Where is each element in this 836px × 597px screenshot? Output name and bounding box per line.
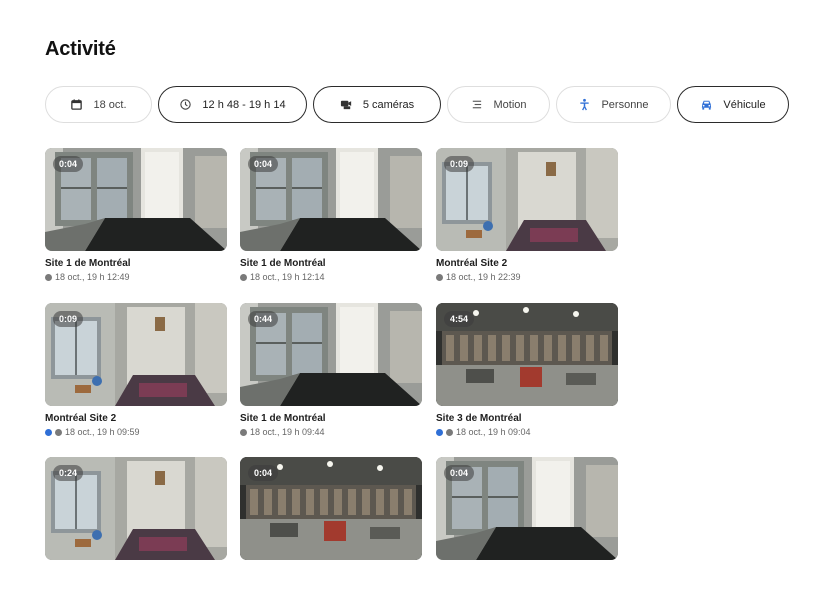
- clip-duration-badge: 4:54: [444, 311, 475, 327]
- event-type-dot-gray: [240, 273, 247, 281]
- clip-thumbnail[interactable]: 0:04: [240, 457, 422, 560]
- clip-card[interactable]: 0:24: [45, 457, 227, 597]
- clip-card[interactable]: 0:04 Site 1 de Montréal 18 oct., 19 h 12:4…: [45, 148, 227, 288]
- clip-meta: 18 oct., 19 h 09:04: [436, 427, 531, 437]
- clip-duration-badge: 0:09: [53, 311, 84, 327]
- clip-thumbnail[interactable]: 0:04: [436, 457, 618, 560]
- event-type-dot-gray: [55, 428, 62, 436]
- page-title: Activité: [45, 38, 116, 60]
- clip-timestamp: 18 oct., 19 h 09:44: [250, 427, 325, 437]
- motion-filter-chip[interactable]: Motion: [447, 86, 550, 123]
- clip-camera-name: Site 1 de Montréal: [45, 258, 131, 269]
- clip-card[interactable]: 0:09 Montréal Site 2 18 oct., 19 h 22:39: [436, 148, 618, 288]
- event-type-dot-gray: [240, 428, 247, 436]
- clip-card[interactable]: 4:54 Site 3 de Montréal 18 oct., 19 h 09:0…: [436, 303, 618, 443]
- vehicle-filter-label: Véhicule: [723, 98, 766, 111]
- clip-duration-badge: 0:24: [53, 465, 84, 481]
- clip-camera-name: Site 1 de Montréal: [240, 258, 326, 269]
- clip-camera-name: Site 3 de Montréal: [436, 413, 522, 424]
- clip-thumbnail[interactable]: 0:44: [240, 303, 422, 406]
- clip-duration-badge: 0:09: [444, 156, 475, 172]
- clip-card[interactable]: 0:04 Site 1 de Montréal 18 oct., 19 h 12:1…: [240, 148, 422, 288]
- clip-card[interactable]: 0:44 Site 1 de Montréal 18 oct., 19 h 09:4…: [240, 303, 422, 443]
- clip-duration-badge: 0:44: [248, 311, 279, 327]
- clip-grid: 0:04 Site 1 de Montréal 18 oct., 19 h 12:4…: [45, 148, 625, 560]
- vehicle-icon: [700, 98, 713, 111]
- clip-meta: 18 oct., 19 h 09:59: [45, 427, 140, 437]
- clip-camera-name: Site 1 de Montréal: [240, 413, 326, 424]
- clip-thumbnail[interactable]: 0:04: [240, 148, 422, 251]
- event-type-dot-gray: [45, 273, 52, 281]
- clip-meta: 18 oct., 19 h 12:14: [240, 272, 325, 282]
- clip-thumbnail[interactable]: 0:24: [45, 457, 227, 560]
- clip-duration-badge: 0:04: [444, 465, 475, 481]
- clip-thumbnail[interactable]: 0:09: [45, 303, 227, 406]
- vehicle-filter-chip[interactable]: Véhicule: [677, 86, 789, 123]
- clock-icon: [179, 98, 192, 111]
- calendar-icon: [70, 98, 83, 111]
- date-filter-label: 18 oct.: [93, 98, 127, 111]
- clip-meta: 18 oct., 19 h 12:49: [45, 272, 130, 282]
- clip-camera-name: Montréal Site 2: [436, 258, 508, 269]
- clip-meta: 18 oct., 19 h 22:39: [436, 272, 521, 282]
- clip-camera-name: Montréal Site 2: [45, 413, 117, 424]
- clip-timestamp: 18 oct., 19 h 12:49: [55, 272, 130, 282]
- cameras-icon: [340, 98, 353, 111]
- clip-thumbnail[interactable]: 0:09: [436, 148, 618, 251]
- event-type-dot-blue: [45, 428, 52, 436]
- time-range-filter-label: 12 h 48 - 19 h 14: [202, 98, 286, 111]
- person-filter-chip[interactable]: Personne: [556, 86, 671, 123]
- person-filter-label: Personne: [601, 98, 649, 111]
- clip-card[interactable]: 0:04: [436, 457, 618, 597]
- clip-duration-badge: 0:04: [248, 156, 279, 172]
- clip-timestamp: 18 oct., 19 h 09:04: [456, 427, 531, 437]
- motion-icon: [470, 98, 483, 111]
- person-icon: [578, 98, 591, 111]
- date-filter-chip[interactable]: 18 oct.: [45, 86, 152, 123]
- time-range-filter-chip[interactable]: 12 h 48 - 19 h 14: [158, 86, 307, 123]
- clip-duration-badge: 0:04: [53, 156, 84, 172]
- clip-thumbnail[interactable]: 4:54: [436, 303, 618, 406]
- event-type-dot-blue: [436, 428, 443, 436]
- clip-timestamp: 18 oct., 19 h 09:59: [65, 427, 140, 437]
- clip-meta: 18 oct., 19 h 09:44: [240, 427, 325, 437]
- cameras-filter-chip[interactable]: 5 caméras: [313, 86, 441, 123]
- filter-bar: 18 oct. 12 h 48 - 19 h 14 5 caméras Moti…: [45, 86, 789, 123]
- clip-thumbnail[interactable]: 0:04: [45, 148, 227, 251]
- event-type-dot-gray: [446, 428, 453, 436]
- event-type-dot-gray: [436, 273, 443, 281]
- clip-duration-badge: 0:04: [248, 465, 279, 481]
- clip-card[interactable]: 0:04: [240, 457, 422, 597]
- cameras-filter-label: 5 caméras: [362, 98, 415, 111]
- clip-card[interactable]: 0:09 Montréal Site 2 18 oct., 19 h 09:59: [45, 303, 227, 443]
- clip-timestamp: 18 oct., 19 h 12:14: [250, 272, 325, 282]
- clip-timestamp: 18 oct., 19 h 22:39: [446, 272, 521, 282]
- motion-filter-label: Motion: [493, 98, 527, 111]
